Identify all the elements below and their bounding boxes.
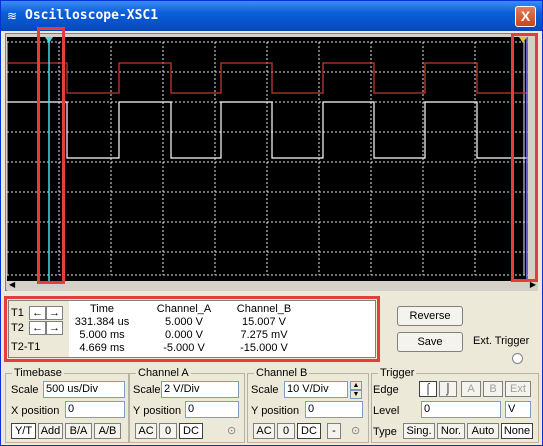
ext-trigger-label: Ext. Trigger (473, 335, 530, 347)
channel-b-zero-button[interactable]: 0 (277, 423, 295, 439)
highlight-readout (4, 296, 380, 362)
channel-a-scale-input[interactable]: 2 V/Div (161, 381, 239, 398)
timebase-title: Timebase (12, 367, 64, 379)
channel-b-scale-up-icon[interactable]: ▲ (350, 381, 362, 390)
timebase-scale-label: Scale (11, 384, 39, 396)
channel-a-ypos-label: Y position (133, 405, 182, 417)
type-none-button[interactable]: None (501, 423, 533, 439)
horizontal-scrollbar[interactable]: ◀ ▶ (7, 280, 538, 291)
channel-b-scale-label: Scale (251, 384, 279, 396)
scope-screen (7, 37, 528, 281)
level-label: Level (373, 405, 400, 417)
channel-a-zero-button[interactable]: 0 (159, 423, 177, 439)
trigger-source-b-button[interactable]: B (483, 381, 503, 397)
channel-a-dc-button[interactable]: DC (179, 423, 203, 439)
window-title: Oscilloscope-XSC1 (25, 8, 159, 23)
ext-trigger-terminal[interactable] (512, 353, 523, 364)
rising-edge-icon[interactable]: ⌠ (419, 381, 437, 397)
waveform-display (7, 37, 528, 281)
oscilloscope-window: ≋ Oscilloscope-XSC1 X ◀ ▶ T1 ← → T2 ← → … (0, 0, 543, 446)
mode-yt-button[interactable]: Y/T (11, 423, 36, 439)
edge-label: Edge (373, 384, 399, 396)
channel-b-ypos-label: Y position (251, 405, 300, 417)
save-button[interactable]: Save (397, 332, 463, 352)
channel-b-terminal-icon: ⊙ (351, 425, 361, 437)
type-label: Type (373, 426, 397, 438)
channel-b-ac-button[interactable]: AC (253, 423, 275, 439)
mode-ba-button[interactable]: B/A (65, 423, 92, 439)
channel-b-title: Channel B (254, 367, 310, 379)
x-position-input[interactable]: 0 (65, 401, 125, 418)
channel-b-scale-input[interactable]: 10 V/Div (284, 381, 348, 398)
type-auto-button[interactable]: Auto (467, 423, 499, 439)
mode-add-button[interactable]: Add (38, 423, 63, 439)
x-position-label: X position (11, 405, 60, 417)
highlight-cursor-t2 (511, 33, 538, 282)
channel-a-ac-button[interactable]: AC (135, 423, 157, 439)
trigger-source-a-button[interactable]: A (461, 381, 481, 397)
close-button[interactable]: X (515, 6, 536, 27)
channel-a-terminal-icon: ⊙ (227, 425, 237, 437)
channel-b-dc-button[interactable]: DC (297, 423, 321, 439)
mode-ab-button[interactable]: A/B (94, 423, 121, 439)
channel-a-scale-label: Scale (133, 384, 161, 396)
falling-edge-icon[interactable]: ⌡ (439, 381, 457, 397)
channel-b-scale-down-icon[interactable]: ▼ (350, 390, 362, 399)
level-unit[interactable]: V (505, 401, 531, 418)
reverse-button[interactable]: Reverse (397, 306, 463, 326)
level-input[interactable]: 0 (421, 401, 501, 418)
scroll-left-icon[interactable]: ◀ (9, 280, 15, 289)
highlight-cursor-t1 (37, 27, 65, 284)
channel-b-invert-button[interactable]: - (327, 423, 341, 439)
oscilloscope-icon: ≋ (7, 9, 18, 23)
trigger-source-ext-button[interactable]: Ext (505, 381, 531, 397)
channel-a-ypos-input[interactable]: 0 (185, 401, 239, 418)
timebase-scale-input[interactable]: 500 us/Div (43, 381, 125, 398)
type-single-button[interactable]: Sing. (403, 423, 435, 439)
channel-a-title: Channel A (136, 367, 191, 379)
trigger-title: Trigger (378, 367, 417, 379)
channel-b-ypos-input[interactable]: 0 (305, 401, 363, 418)
title-bar[interactable]: ≋ Oscilloscope-XSC1 X (1, 1, 542, 31)
type-normal-button[interactable]: Nor. (437, 423, 465, 439)
